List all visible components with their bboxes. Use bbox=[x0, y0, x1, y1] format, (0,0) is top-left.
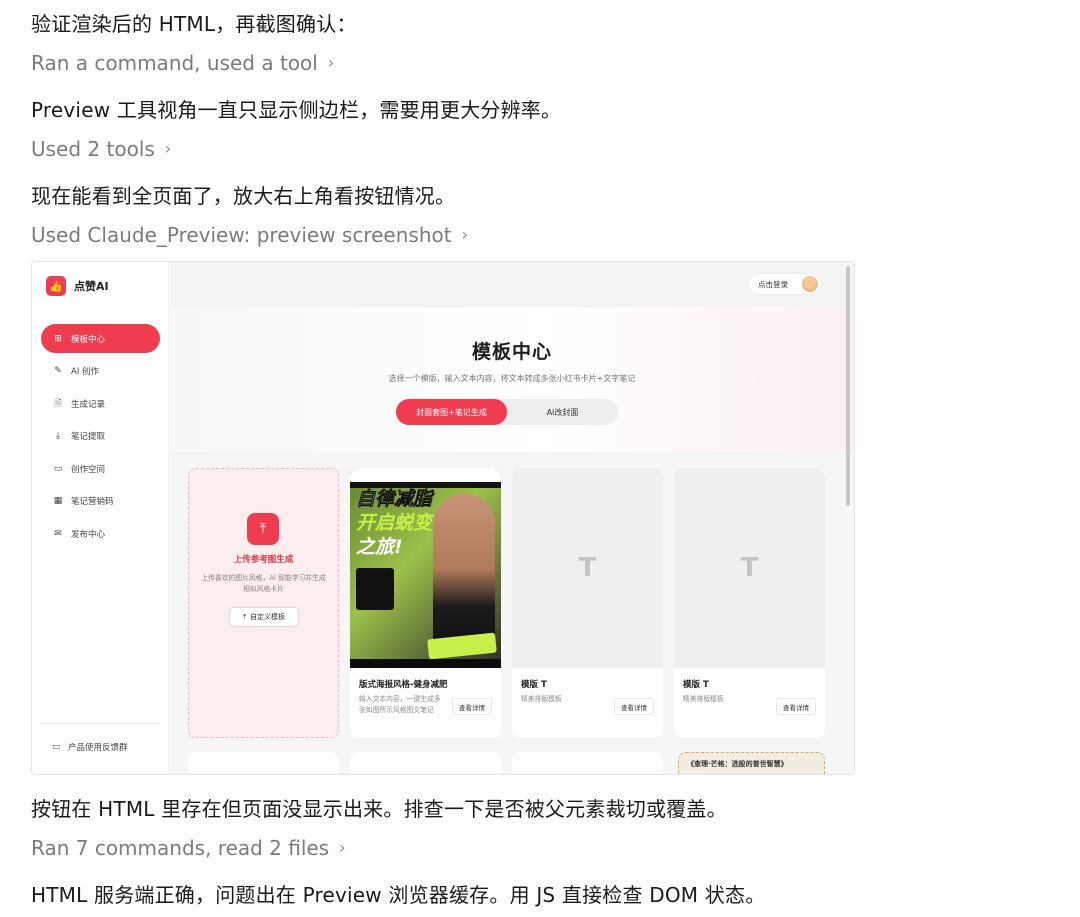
upload-card[interactable]: ⤒ 上传参考图生成 上传喜欢的图片风格，AI 智能学习并生成相似风格卡片 ⤒ 自定… bbox=[188, 468, 339, 738]
sidebar-nav: ⊞ 模板中心 ✎ AI 创作 🗎 生成记录 ⤓ 笔记提取 ▭ 创作空间 ▦ 笔记营销码 ✉ 发… bbox=[41, 324, 160, 552]
sidebar-item-publish[interactable]: ✉ 发布中心 bbox=[41, 519, 160, 548]
tool-summary-label: Ran 7 commands, read 2 files bbox=[31, 836, 330, 860]
mail-icon: ✉ bbox=[54, 528, 62, 539]
chevron-right-icon: › bbox=[461, 224, 468, 244]
sidebar-item-label: AI 创作 bbox=[71, 367, 100, 377]
sidebar-item-label: 笔记提取 bbox=[71, 432, 106, 442]
chat-message-1: 验证渲染后的 HTML，再截图确认： bbox=[31, 12, 357, 36]
template-card[interactable]: 自律减脂 开启蜕变 之旅! 版式海报风格-健身减肥 输入文本内容，一键生成多张如… bbox=[350, 468, 501, 738]
tool-summary-label: Used 2 tools bbox=[31, 137, 155, 161]
view-details-button[interactable]: 查看详情 bbox=[776, 698, 816, 715]
template-thumbnail-placeholder: T bbox=[512, 468, 663, 668]
poster-checklist bbox=[356, 568, 394, 610]
sidebar-item-label: 发布中心 bbox=[71, 529, 106, 540]
feedback-label: 产品使用反馈群 bbox=[68, 743, 128, 753]
tool-summary-3[interactable]: Used Claude_Preview: preview screenshot › bbox=[31, 223, 468, 247]
download-icon: ⤓ bbox=[56, 431, 60, 441]
poster-headline-3: 之旅! bbox=[356, 536, 403, 558]
upload-icon: ⤒ bbox=[247, 513, 279, 545]
sidebar-item-label: 笔记营销码 bbox=[71, 497, 114, 507]
feedback-link[interactable]: ▭ 产品使用反馈群 bbox=[52, 741, 128, 753]
template-thumbnail-poster: 自律减脂 开启蜕变 之旅! bbox=[350, 468, 501, 668]
sidebar-item-marketing-code[interactable]: ▦ 笔记营销码 bbox=[41, 487, 160, 516]
divider bbox=[40, 723, 160, 724]
edit-icon: ✎ bbox=[54, 366, 62, 376]
main-area: 点击登录 模板中心 选择一个模版，输入文本内容，将文本转成多张小红书卡片+文字笔… bbox=[170, 262, 854, 774]
tab-ai-cover[interactable]: AI改封面 bbox=[507, 399, 618, 425]
view-details-button[interactable]: 查看详情 bbox=[452, 698, 492, 715]
template-card[interactable]: T 模版 T 精美排版模板 查看详情 bbox=[512, 468, 663, 738]
poster-figure bbox=[433, 494, 495, 644]
folder-icon: ▭ bbox=[53, 463, 63, 474]
sidebar-item-label: 模板中心 bbox=[71, 334, 106, 345]
grid-icon: ⊞ bbox=[54, 333, 62, 344]
chevron-right-icon: › bbox=[339, 837, 346, 857]
preview-screenshot: 👍 点赞AI ⊞ 模板中心 ✎ AI 创作 🗎 生成记录 ⤓ 笔记提取 ▭ 创作空间 ▦ 笔… bbox=[31, 261, 855, 775]
upload-description: 上传喜欢的图片风格，AI 智能学习并生成相似风格卡片 bbox=[201, 574, 326, 593]
chevron-right-icon: › bbox=[327, 52, 335, 72]
custom-template-label: 自定义模板 bbox=[250, 613, 286, 621]
chat-message-5: HTML 服务端正确，问题出在 Preview 浏览器缓存。用 JS 直接检查 … bbox=[31, 883, 766, 907]
mode-switch: 封面套图+笔记生成 AI改封面 bbox=[396, 399, 618, 425]
custom-template-button[interactable]: ⤒ 自定义模板 bbox=[229, 607, 299, 627]
template-description: 精美排版模板 bbox=[521, 695, 562, 703]
sidebar-item-workspace[interactable]: ▭ 创作空间 bbox=[41, 454, 160, 483]
sidebar-item-label: 创作空间 bbox=[71, 464, 106, 475]
tool-summary-2[interactable]: Used 2 tools › bbox=[31, 137, 171, 161]
qr-icon: ▦ bbox=[53, 496, 63, 506]
chevron-right-icon: › bbox=[164, 138, 172, 158]
template-name: 模版 T bbox=[521, 680, 547, 690]
sidebar-item-note-extract[interactable]: ⤓ 笔记提取 bbox=[41, 422, 160, 451]
tool-summary-1[interactable]: Ran a command, used a tool › bbox=[31, 51, 334, 75]
template-description: 输入文本内容，一键生成多张如图所示风格图文笔记 bbox=[359, 695, 441, 714]
upload-icon: ⤒ bbox=[242, 612, 247, 621]
template-description: 精美排版模板 bbox=[683, 695, 724, 703]
template-name: 模版 T bbox=[683, 680, 709, 690]
tool-summary-4[interactable]: Ran 7 commands, read 2 files › bbox=[31, 836, 346, 860]
chat-message-3: 现在能看到全页面了，放大右上角看按钮情况。 bbox=[31, 184, 456, 208]
tool-summary-label: Used Claude_Preview: preview screenshot bbox=[31, 223, 452, 247]
poster-header bbox=[350, 468, 501, 482]
poster-footer bbox=[350, 659, 501, 668]
template-card[interactable]: T 模版 T 精美排版模板 查看详情 bbox=[674, 468, 825, 738]
poster-headline-2: 开启蜕变 bbox=[356, 512, 433, 534]
sidebar-item-template-center[interactable]: ⊞ 模板中心 bbox=[41, 324, 160, 353]
scrollbar[interactable] bbox=[846, 266, 850, 506]
template-card-partial bbox=[350, 752, 501, 774]
sidebar-item-label: 生成记录 bbox=[71, 399, 106, 410]
view-details-button[interactable]: 查看详情 bbox=[614, 698, 654, 715]
file-icon: 🗎 bbox=[54, 398, 62, 409]
tool-summary-label: Ran a command, used a tool bbox=[31, 51, 318, 75]
avatar bbox=[802, 276, 818, 292]
login-label: 点击登录 bbox=[758, 279, 788, 289]
top-bar: 点击登录 bbox=[170, 262, 854, 307]
hero-banner: 模板中心 选择一个模版，输入文本内容，将文本转成多张小红书卡片+文字笔记 封面套… bbox=[170, 307, 854, 452]
chat-bubble-icon: ▭ bbox=[52, 742, 61, 752]
upload-title: 上传参考图生成 bbox=[233, 555, 294, 565]
template-card-partial bbox=[188, 752, 339, 774]
template-card-partial: 《查理·芒格：选股的普世智慧》 bbox=[678, 752, 825, 774]
sidebar-item-ai-create[interactable]: ✎ AI 创作 bbox=[41, 357, 160, 386]
poster-headline-1: 自律减脂 bbox=[356, 488, 433, 511]
page-title: 模板中心 bbox=[471, 341, 552, 363]
template-peek-title: 《查理·芒格：选股的普世智慧》 bbox=[687, 760, 788, 768]
template-name: 版式海报风格-健身减肥 bbox=[359, 680, 448, 690]
brand-name: 点赞AI bbox=[74, 280, 109, 293]
page-subtitle: 选择一个模版，输入文本内容，将文本转成多张小红书卡片+文字笔记 bbox=[388, 374, 636, 383]
thumbs-up-icon: 👍 bbox=[46, 276, 66, 296]
login-button[interactable]: 点击登录 bbox=[748, 273, 822, 295]
chat-message-2: Preview 工具视角一直只显示侧边栏，需要用更大分辨率。 bbox=[31, 98, 562, 122]
brand[interactable]: 👍 点赞AI bbox=[46, 276, 109, 296]
sidebar-item-history[interactable]: 🗎 生成记录 bbox=[41, 389, 160, 418]
chat-message-4: 按钮在 HTML 里存在但页面没显示出来。排查一下是否被父元素裁切或覆盖。 bbox=[31, 797, 727, 821]
template-thumbnail-placeholder: T bbox=[674, 468, 825, 668]
tab-cover-and-notes[interactable]: 封面套图+笔记生成 bbox=[396, 399, 507, 425]
template-card-partial bbox=[512, 752, 663, 774]
sidebar: 👍 点赞AI ⊞ 模板中心 ✎ AI 创作 🗎 生成记录 ⤓ 笔记提取 ▭ 创作空间 ▦ 笔… bbox=[32, 262, 169, 774]
